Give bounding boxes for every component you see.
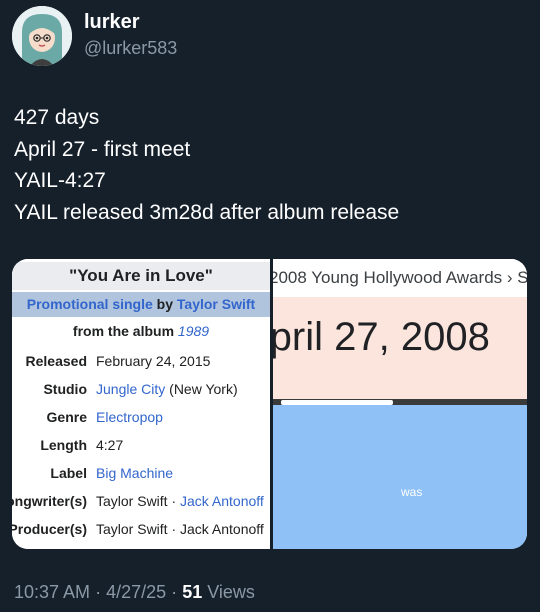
- infobox-title: "You Are in Love": [12, 262, 270, 290]
- row-label: Genre: [46, 409, 87, 425]
- infobox-row: Producer(s) Taylor Swift · Jack Antonoff: [12, 521, 270, 541]
- user-handle[interactable]: @lurker583: [84, 38, 177, 59]
- row-value-link: Big Machine: [96, 465, 174, 481]
- row-value: Jungle City (New York): [96, 381, 238, 397]
- row-label: Released: [25, 353, 87, 369]
- tweet-line: YAIL-4:27: [14, 169, 106, 192]
- infobox-row: Songwriter(s) Taylor Swift · Jack Antono…: [12, 493, 270, 513]
- tweet-date[interactable]: 4/27/25: [106, 582, 166, 602]
- infobox-single-type: Promotional single by Taylor Swift: [12, 292, 270, 317]
- tweet-meta: 10:37 AM · 4/27/25 · 51 Views: [14, 582, 255, 603]
- tweet-time[interactable]: 10:37 AM: [14, 582, 90, 602]
- tweet-line: YAIL released 3m28d after album release: [14, 200, 400, 224]
- row-value-link: Electropop: [96, 409, 163, 425]
- row-value: February 24, 2015: [96, 353, 211, 369]
- infobox-row: Studio Jungle City (New York): [12, 381, 270, 401]
- infobox-album: from the album 1989: [12, 323, 270, 339]
- image-caption: was: [401, 485, 423, 499]
- display-name[interactable]: lurker: [84, 11, 140, 34]
- row-value: 4:27: [96, 437, 124, 453]
- search-result-image[interactable]: 2008 Young Hollywood Awards › Sta April …: [273, 259, 527, 549]
- album-link: 1989: [177, 323, 210, 339]
- row-value-plain: Taylor Swift ·: [96, 493, 177, 509]
- meta-separator: ·: [95, 582, 102, 602]
- search-card: 2008 Young Hollywood Awards › Sta April …: [273, 259, 527, 399]
- result-date: April 27, 2008: [273, 315, 490, 359]
- tweet-line: April 27 - first meet: [14, 137, 191, 161]
- row-label: Label: [50, 465, 87, 481]
- row-label: Studio: [43, 381, 87, 397]
- row-label: Songwriter(s): [12, 493, 87, 509]
- breadcrumb-text: 2008 Young Hollywood Awards › Sta: [273, 268, 527, 287]
- infobox-row: Label Big Machine: [12, 465, 270, 485]
- promotional-single-link: Promotional single: [26, 296, 153, 312]
- tweet-media[interactable]: "You Are in Love" Promotional single by …: [12, 259, 527, 549]
- avatar[interactable]: [12, 6, 72, 66]
- row-value-link: Jack Antonoff: [180, 493, 264, 509]
- tweet-text: 427 days April 27 - first meet YAIL-4:27…: [14, 102, 399, 228]
- infobox-by: by: [156, 296, 174, 312]
- row-label: Length: [40, 437, 87, 453]
- wiki-infobox-image[interactable]: "You Are in Love" Promotional single by …: [12, 259, 270, 549]
- meta-separator: ·: [171, 582, 178, 602]
- blue-image-area: [273, 405, 527, 549]
- row-value: Taylor Swift · Jack Antonoff: [96, 521, 264, 537]
- infobox-row: Genre Electropop: [12, 409, 270, 429]
- infobox-row: Length 4:27: [12, 437, 270, 457]
- tweet-line: 427 days: [14, 106, 100, 129]
- infobox-row: Released February 24, 2015: [12, 353, 270, 373]
- row-value-link: Jungle City: [96, 381, 166, 397]
- views-count[interactable]: 51: [182, 582, 202, 602]
- search-breadcrumb: 2008 Young Hollywood Awards › Sta: [273, 259, 527, 297]
- views-label[interactable]: Views: [207, 582, 255, 602]
- avatar-illustration: [12, 6, 72, 66]
- row-value-rest: (New York): [169, 381, 238, 397]
- row-label: Producer(s): [12, 521, 87, 537]
- row-value: Taylor Swift · Jack Antonoff: [96, 493, 264, 509]
- album-prefix: from the album: [72, 323, 175, 339]
- artist-link: Taylor Swift: [176, 296, 256, 312]
